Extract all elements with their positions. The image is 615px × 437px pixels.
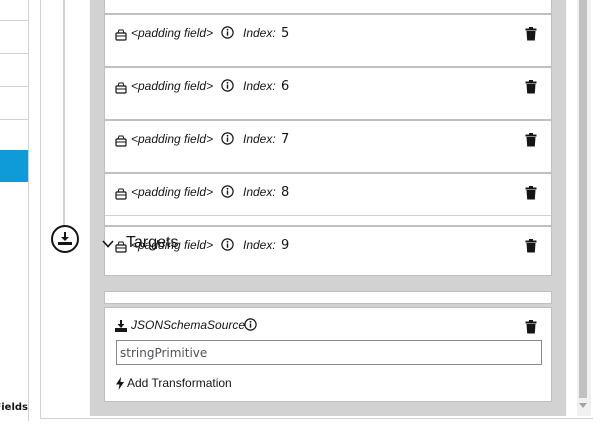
add-transformation-label: Add Transformation [127,376,232,390]
field-name: <padding field> [131,185,214,199]
index-value: 9 [281,238,290,253]
source-field-card: JSONSchemaSource Add Transformation [104,307,552,402]
left-row[interactable] [0,120,28,151]
padding-field-card: <padding field> Index: 5 [104,14,552,67]
index-value: 6 [281,79,290,94]
field-name: <padding field> [131,132,214,146]
padding-field-icon [115,29,127,41]
field-name: <padding field> [131,79,214,93]
index-label: Index: [243,238,276,252]
padding-field-icon [115,82,127,94]
padding-field-icon [115,188,127,200]
index-label: Index: [243,79,276,93]
field-row: <padding field> Index: 8 [105,174,551,202]
left-row[interactable] [0,0,28,21]
field-row: <padding field> Index: 6 [105,68,551,96]
scroll-down-arrow-icon[interactable] [579,403,587,408]
field-row: <padding field> Index: 5 [105,15,551,43]
trash-icon[interactable] [525,320,537,334]
info-icon[interactable] [221,26,234,39]
scrollbar[interactable] [577,0,591,416]
partial-card [104,0,552,14]
timeline-line [63,0,65,226]
index-value: 8 [281,185,290,200]
download-icon [58,232,72,245]
trash-icon[interactable] [525,186,537,200]
fields-label: Fields [0,402,28,413]
trash-icon[interactable] [525,239,537,253]
index-value: 7 [281,132,290,147]
left-row-selected[interactable] [0,150,28,182]
index-label: Index: [243,26,276,40]
bolt-icon [116,377,124,390]
index-label: Index: [243,132,276,146]
left-row[interactable] [0,21,28,54]
trash-icon[interactable] [525,27,537,41]
source-field-input[interactable] [116,340,542,365]
source-field-name: JSONSchemaSource [131,318,246,332]
empty-drop-zone[interactable] [104,291,552,304]
info-icon[interactable] [221,132,234,145]
scrollbar-thumb[interactable] [579,0,587,398]
chevron-down-icon[interactable] [102,238,114,250]
info-icon[interactable] [221,238,234,251]
padding-field-card: <padding field> Index: 6 [104,67,552,120]
padding-field-card: <padding field> Index: 8 [104,173,552,226]
left-row[interactable] [0,87,28,120]
index-label: Index: [243,185,276,199]
field-name: <padding field> [131,26,214,40]
left-panel: Fields [0,0,29,421]
padding-field-card: <padding field> Index: 7 [104,120,552,173]
trash-icon[interactable] [525,80,537,94]
left-row[interactable] [0,54,28,87]
padding-field-icon [115,135,127,147]
info-icon[interactable] [221,79,234,92]
targets-download-icon [51,225,79,253]
index-value: 5 [281,26,290,41]
info-icon[interactable] [221,185,234,198]
info-icon[interactable] [244,318,257,331]
field-row: <padding field> Index: 7 [105,121,551,149]
targets-label[interactable]: Targets [126,234,178,252]
divider [105,215,551,216]
import-icon [115,320,127,332]
trash-icon[interactable] [525,133,537,147]
